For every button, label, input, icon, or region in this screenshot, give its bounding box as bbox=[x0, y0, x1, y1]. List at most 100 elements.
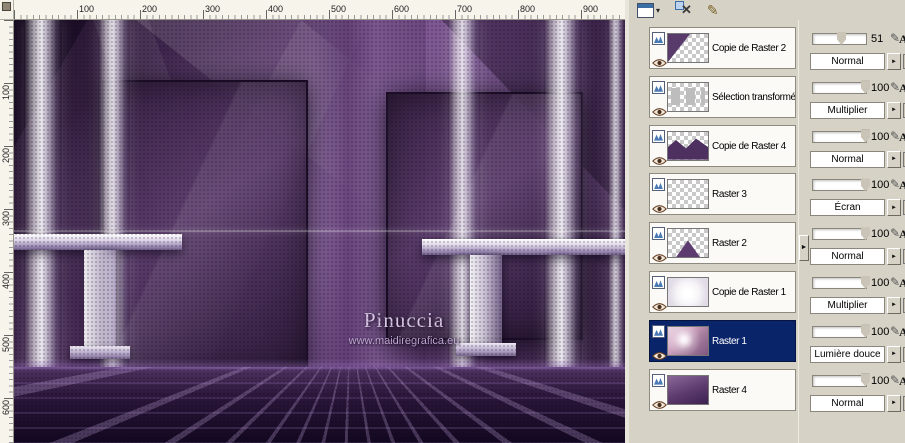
ruler-label-v: 200 bbox=[1, 148, 11, 164]
ruler-label-v: 100 bbox=[1, 85, 11, 101]
lock-transparency-label: A bbox=[899, 80, 905, 95]
layer-type-icon bbox=[652, 32, 665, 45]
opacity-value: 100 bbox=[871, 179, 890, 192]
opacity-row: 100 ✎ A bbox=[809, 275, 905, 291]
layer-visibility-eye-icon[interactable] bbox=[652, 299, 668, 311]
ruler-label-h: 100 bbox=[79, 4, 95, 14]
layer-visibility-eye-icon[interactable] bbox=[652, 397, 668, 409]
blend-mode-arrow-button[interactable]: ► bbox=[887, 53, 901, 70]
layer-properties-entry: 100 ✎ A Multiplier ► bbox=[809, 80, 905, 124]
blend-mode-dropdown[interactable]: Normal bbox=[810, 150, 885, 168]
layer-visibility-eye-icon[interactable] bbox=[652, 153, 668, 165]
blend-row: Normal ► bbox=[809, 150, 905, 168]
layer-thumbnail bbox=[667, 81, 709, 112]
layer-type-icon bbox=[652, 373, 665, 387]
blend-mode-arrow-button[interactable]: ► bbox=[887, 345, 901, 363]
app-window: 100 200 300 400 500 600 700 800 900 100 200 300 400… bbox=[0, 0, 905, 443]
layer-visibility-eye-icon[interactable] bbox=[652, 201, 668, 214]
layer-visibility-eye-icon[interactable] bbox=[652, 250, 668, 263]
layer-type-icon bbox=[652, 80, 665, 94]
layer-properties-entry: 100 ✎ A Écran ► bbox=[809, 177, 905, 221]
layer-row[interactable]: Copie de Raster 4 bbox=[649, 124, 796, 167]
opacity-value: 100 bbox=[871, 228, 890, 241]
layer-thumbnail bbox=[667, 228, 709, 259]
ruler-origin[interactable] bbox=[0, 0, 14, 20]
blend-mode-dropdown[interactable]: Normal bbox=[810, 53, 885, 70]
canvas-image[interactable]: Pinuccia www.maidiregrafica.eu bbox=[14, 20, 625, 443]
blend-mode-arrow-button[interactable]: ► bbox=[887, 150, 901, 168]
blend-mode-arrow-button[interactable]: ► bbox=[887, 394, 901, 412]
blend-mode-dropdown[interactable]: Normal bbox=[810, 394, 885, 412]
layer-thumbnail bbox=[667, 130, 709, 161]
opacity-slider-thumb[interactable] bbox=[861, 324, 870, 338]
layer-thumbnail bbox=[667, 374, 709, 405]
blend-mode-arrow-button[interactable]: ► bbox=[887, 248, 901, 266]
layer-row[interactable]: Raster 3 bbox=[649, 173, 796, 216]
opacity-slider[interactable] bbox=[812, 324, 870, 338]
opacity-slider-thumb[interactable] bbox=[861, 129, 870, 143]
layer-thumbnail bbox=[667, 325, 709, 356]
opacity-slider[interactable] bbox=[812, 32, 867, 45]
opacity-row: 100 ✎ A bbox=[809, 129, 905, 145]
panel-splitter[interactable]: ► bbox=[798, 20, 809, 443]
layer-type-icon bbox=[652, 275, 665, 289]
layer-visibility-eye-icon[interactable] bbox=[652, 104, 668, 116]
layer-row[interactable]: Copie de Raster 1 bbox=[649, 270, 796, 313]
opacity-value: 100 bbox=[871, 276, 890, 289]
layer-visibility-eye-icon[interactable] bbox=[652, 55, 668, 67]
layer-visibility-eye-icon[interactable] bbox=[652, 348, 668, 360]
opacity-slider[interactable] bbox=[812, 178, 870, 192]
lock-transparency-label: A bbox=[899, 373, 905, 388]
opacity-row: 100 ✎ A bbox=[809, 177, 905, 193]
layer-properties-entry: 51 ✎ A Normal ► bbox=[809, 31, 905, 75]
opacity-slider[interactable] bbox=[812, 227, 870, 241]
layer-name-label: Raster 4 bbox=[712, 384, 747, 396]
blend-mode-arrow-button[interactable]: ► bbox=[887, 199, 901, 217]
ruler-label-h: 200 bbox=[142, 4, 158, 14]
opacity-value: 100 bbox=[871, 130, 890, 143]
halftone-texture-overlay bbox=[14, 20, 625, 443]
opacity-slider-thumb[interactable] bbox=[837, 32, 846, 45]
layer-row[interactable]: Sélection transformée bbox=[649, 75, 796, 118]
layer-row[interactable]: Raster 2 bbox=[649, 222, 796, 265]
blend-mode-dropdown[interactable]: Écran bbox=[810, 199, 885, 217]
blend-mode-arrow-button[interactable]: ► bbox=[887, 101, 901, 119]
blend-row: Lumière douce ► bbox=[809, 345, 905, 363]
layer-name-label: Raster 3 bbox=[712, 189, 747, 201]
layer-name-label: Copie de Raster 1 bbox=[712, 286, 786, 298]
opacity-slider[interactable] bbox=[812, 80, 870, 94]
ruler-label-v: 600 bbox=[1, 400, 11, 416]
layer-row[interactable]: Raster 1 bbox=[649, 319, 796, 362]
opacity-slider-thumb[interactable] bbox=[861, 275, 870, 289]
opacity-slider-thumb[interactable] bbox=[861, 373, 870, 387]
collapse-panel-button[interactable]: ► bbox=[799, 235, 809, 261]
layer-palette-icon[interactable]: ▾ bbox=[637, 1, 660, 19]
lock-transparency-label: A bbox=[899, 227, 905, 242]
opacity-slider-thumb[interactable] bbox=[861, 178, 870, 192]
opacity-slider[interactable] bbox=[812, 129, 870, 143]
lock-transparency-label: A bbox=[899, 324, 905, 339]
opacity-row: 100 ✎ A bbox=[809, 80, 905, 96]
blend-mode-arrow-button[interactable]: ► bbox=[887, 296, 901, 314]
opacity-slider[interactable] bbox=[812, 373, 870, 387]
ruler-label-h: 600 bbox=[394, 4, 410, 14]
opacity-slider-thumb[interactable] bbox=[861, 80, 870, 94]
ruler-label-h: 700 bbox=[457, 4, 473, 14]
opacity-slider-thumb[interactable] bbox=[861, 227, 870, 241]
layer-row[interactable]: Copie de Raster 2 bbox=[649, 27, 796, 69]
lock-transparency-label: A bbox=[899, 178, 905, 193]
blend-row: Normal ► bbox=[809, 53, 905, 70]
blend-mode-dropdown[interactable]: Multiplier bbox=[810, 296, 885, 314]
layer-row[interactable]: Raster 4 bbox=[649, 368, 796, 411]
blend-row: Multiplier ► bbox=[809, 296, 905, 314]
edit-layer-icon[interactable]: ✎ bbox=[707, 1, 719, 19]
layer-name-label: Raster 1 bbox=[712, 335, 747, 347]
blend-mode-dropdown[interactable]: Lumière douce bbox=[810, 345, 885, 363]
delete-layer-icon[interactable]: ✕ bbox=[675, 1, 692, 19]
blend-mode-dropdown[interactable]: Normal bbox=[810, 248, 885, 266]
layer-type-icon bbox=[652, 227, 665, 241]
layer-name-label: Sélection transformée bbox=[712, 91, 796, 103]
blend-mode-dropdown[interactable]: Multiplier bbox=[810, 101, 885, 119]
opacity-slider[interactable] bbox=[812, 275, 870, 289]
layers-list: Copie de Raster 2 Sélection transformée Co… bbox=[649, 20, 798, 443]
